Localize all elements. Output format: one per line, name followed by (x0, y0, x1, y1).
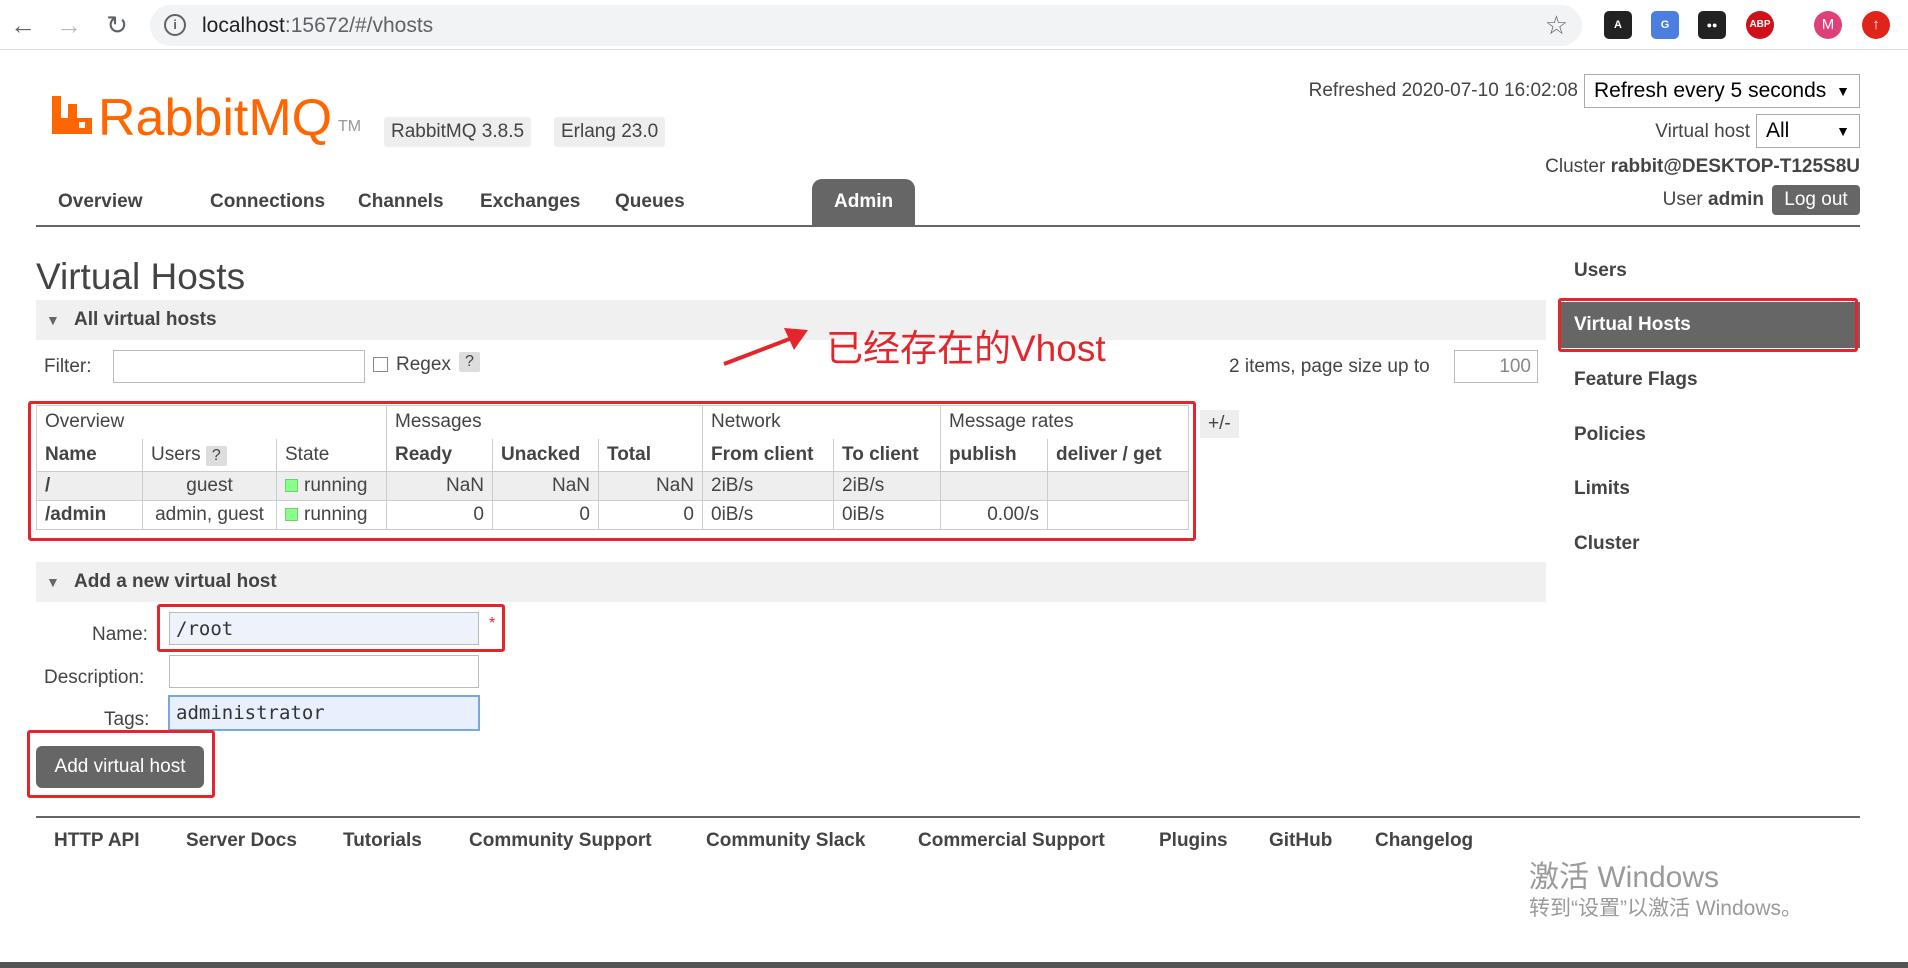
bookmark-star-icon[interactable]: ☆ (1545, 10, 1568, 41)
annotation-existing-vhost: 已经存在的Vhost (826, 328, 1106, 369)
footer-link-community-support[interactable]: Community Support (469, 830, 652, 852)
logo-trademark: TM (338, 118, 362, 135)
refreshed-timestamp: Refreshed 2020-07-10 16:02:08 (1308, 80, 1578, 101)
filter-label: Filter: (44, 356, 92, 377)
tab-overview[interactable]: Overview (36, 179, 165, 225)
highlight-add-button (27, 730, 215, 798)
ext-tampermonkey-icon[interactable]: ●● (1698, 11, 1726, 39)
filter-input[interactable] (113, 350, 365, 383)
profile-avatar-icon[interactable]: M (1814, 11, 1842, 39)
tags-input[interactable] (168, 695, 480, 731)
rabbitmq-version-badge: RabbitMQ 3.8.5 (384, 117, 532, 147)
items-count-text: 2 items, page size up to (1229, 356, 1430, 377)
menu-users[interactable]: Users (1560, 248, 1860, 294)
menu-policies[interactable]: Policies (1560, 412, 1860, 458)
menu-limits[interactable]: Limits (1560, 466, 1860, 512)
tab-exchanges[interactable]: Exchanges (458, 179, 602, 225)
rabbitmq-logo-icon (52, 96, 92, 134)
footer-link-http-api[interactable]: HTTP API (54, 830, 140, 852)
highlight-virtual-hosts-menu (1558, 298, 1858, 352)
annotation-arrow-icon (723, 328, 808, 366)
tab-queues[interactable]: Queues (593, 179, 707, 225)
chevron-down-icon: ▼ (1836, 83, 1850, 99)
chevron-down-icon: ▼ (1836, 123, 1850, 139)
reload-icon[interactable]: ↻ (100, 8, 134, 42)
back-icon[interactable]: ← (6, 8, 40, 42)
footer-link-server-docs[interactable]: Server Docs (186, 830, 297, 852)
address-bar[interactable]: i localhost:15672/#/vhosts ☆ (150, 5, 1582, 46)
regex-label: Regex (396, 354, 451, 375)
page-size-input[interactable] (1454, 350, 1538, 383)
ext-adblock-icon[interactable]: ABP (1746, 11, 1774, 39)
tab-channels[interactable]: Channels (336, 179, 466, 225)
cluster-info: Cluster rabbit@DESKTOP-T125S8U (1545, 156, 1860, 177)
erlang-version-badge: Erlang 23.0 (554, 117, 666, 147)
regex-help-icon[interactable]: ? (459, 352, 480, 372)
add-vhost-section-toggle[interactable]: ▼ Add a new virtual host (36, 562, 1546, 602)
highlight-vhosts-table (28, 401, 1196, 541)
description-label: Description: (44, 667, 145, 688)
main-tabs: Overview Connections Channels Exchanges … (36, 179, 1860, 227)
virtual-host-label: Virtual host (1655, 121, 1750, 142)
regex-checkbox[interactable] (373, 357, 388, 372)
footer-link-community-slack[interactable]: Community Slack (706, 830, 865, 852)
toggle-columns-button[interactable]: +/- (1200, 410, 1239, 438)
logo-wordmark: RabbitMQ (98, 89, 333, 147)
refresh-interval-select[interactable]: Refresh every 5 seconds ▼ (1584, 74, 1860, 108)
highlight-name-field (157, 604, 505, 652)
footer-link-tutorials[interactable]: Tutorials (343, 830, 422, 852)
taskbar-edge (0, 962, 1908, 968)
footer-link-changelog[interactable]: Changelog (1375, 830, 1473, 852)
menu-feature-flags[interactable]: Feature Flags (1560, 357, 1860, 403)
tab-admin[interactable]: Admin (812, 179, 916, 225)
tags-label: Tags: (104, 709, 150, 730)
cluster-name: rabbit@DESKTOP-T125S8U (1610, 156, 1860, 177)
footer-link-commercial-support[interactable]: Commercial Support (918, 830, 1105, 852)
forward-icon[interactable]: → (52, 8, 86, 42)
windows-activation-watermark-title: 激活 Windows (1529, 861, 1720, 894)
page-title: Virtual Hosts (36, 256, 246, 297)
footer-divider (36, 816, 1860, 818)
description-input[interactable] (169, 655, 479, 688)
tab-connections[interactable]: Connections (188, 179, 347, 225)
site-info-icon[interactable]: i (164, 14, 186, 36)
collapse-triangle-icon: ▼ (46, 312, 60, 328)
collapse-triangle-icon: ▼ (46, 574, 60, 590)
ext-update-icon[interactable]: ↑ (1862, 11, 1890, 39)
footer-link-github[interactable]: GitHub (1269, 830, 1332, 852)
footer-link-plugins[interactable]: Plugins (1159, 830, 1228, 852)
virtual-host-select[interactable]: All ▼ (1756, 114, 1860, 148)
name-label: Name: (92, 624, 148, 645)
windows-activation-watermark-hint: 转到“设置”以激活 Windows。 (1529, 897, 1803, 920)
menu-cluster[interactable]: Cluster (1560, 521, 1860, 567)
browser-toolbar: ← → ↻ i localhost:15672/#/vhosts ☆ A G ●… (0, 0, 1908, 50)
ext-astar-icon[interactable]: A (1604, 11, 1632, 39)
ext-translate-icon[interactable]: G (1651, 11, 1679, 39)
url-text: localhost:15672/#/vhosts (202, 14, 434, 37)
